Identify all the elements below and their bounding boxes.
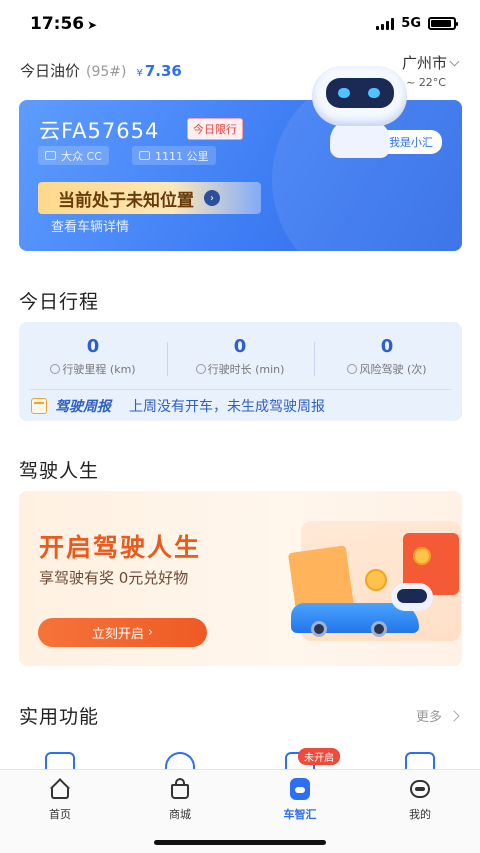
tab-label: 车智汇 (283, 808, 317, 821)
profile-icon (409, 778, 431, 800)
robot-eye-left (338, 88, 350, 98)
trip-stat-risk: 0 风险驾驶 (次) (313, 336, 461, 377)
mileage-chip: 1111 公里 (132, 146, 216, 165)
city-name: 广州市 (401, 54, 447, 72)
chevron-right-icon (448, 709, 460, 722)
car-icon (45, 151, 56, 160)
wheel-icon (371, 621, 387, 637)
trip-section-title: 今日行程 (19, 291, 100, 313)
arrow-right-icon: › (204, 190, 220, 206)
drive-life-banner[interactable]: 开启驾驶人生 享驾驶有奖 0元兑好物 立刻开启 › (19, 491, 462, 666)
signal-icon (376, 17, 395, 30)
oil-grade: (95#) (86, 64, 127, 80)
more-label: 更多 (415, 710, 442, 725)
oil-price-value: ¥7.36 (136, 62, 181, 80)
oil-price-number: 7.36 (144, 62, 182, 80)
tab-home[interactable]: 首页 (20, 778, 100, 822)
calendar-icon[interactable] (405, 752, 435, 770)
vehicle-card[interactable]: 云FA57654 今日限行 大众 CC 1111 公里 当前处于未知位置 › 查… (19, 100, 462, 251)
wheel-icon (311, 621, 327, 637)
car-brand: 大众 CC (61, 149, 102, 163)
road-icon (139, 151, 150, 160)
vehicle-detail-link[interactable]: 查看车辆详情 (51, 216, 129, 235)
tab-label: 首页 (49, 808, 71, 821)
drive-life-title: 开启驾驶人生 (39, 533, 202, 562)
oil-price-info: 今日油价 (95#) ¥7.36 (20, 60, 182, 81)
duration-value: 0 (233, 336, 247, 357)
status-indicators: 5G (376, 16, 458, 31)
clock: 17:56 (30, 14, 85, 34)
tab-label: 商城 (169, 808, 191, 821)
risk-value: 0 (380, 336, 394, 357)
license-plate: 云FA57654 (39, 119, 160, 143)
tab-label: 我的 (409, 808, 431, 821)
tab-car-smart[interactable]: 车智汇 (260, 778, 340, 822)
weekly-report-title: 驾驶周报 (55, 399, 111, 415)
oil-price-label: 今日油价 (20, 62, 81, 80)
tab-profile[interactable]: 我的 (380, 778, 460, 822)
chevron-right-icon: › (147, 625, 154, 640)
status-time: 17:56 ➤ (30, 14, 97, 34)
duration-label: 行驶时长 (min) (166, 361, 314, 377)
robot-visor (326, 78, 394, 108)
traffic-restriction-badge: 今日限行 (187, 118, 243, 140)
location-status: 当前处于未知位置 (58, 190, 194, 211)
battery-icon (428, 17, 458, 30)
car-brand-chip: 大众 CC (38, 146, 109, 165)
distance-value: 0 (86, 336, 100, 357)
start-now-button[interactable]: 立刻开启 › (38, 618, 207, 647)
robot-visor (397, 589, 427, 603)
coin-icon (413, 547, 431, 565)
home-indicator[interactable] (154, 840, 326, 845)
utilities-section-title: 实用功能 (19, 706, 100, 728)
chevron-down-icon (449, 56, 460, 67)
network-type: 5G (401, 16, 421, 31)
coin-icon (365, 569, 387, 591)
start-now-label: 立刻开启 (91, 627, 144, 642)
divider (29, 389, 452, 390)
city-selector[interactable]: 广州市 (401, 52, 460, 73)
header-bar: 今日油价 (95#) ¥7.36 广州市 阴 13 ~ 22°C (0, 46, 480, 90)
car-smart-icon (289, 778, 311, 800)
weekly-report-row[interactable]: 驾驶周报 上周没有开车，未生成驾驶周报 (31, 396, 325, 416)
status-bar: 17:56 ➤ 5G (0, 0, 480, 46)
tab-mall[interactable]: 商城 (140, 778, 220, 822)
home-icon (49, 778, 71, 800)
calendar-icon (31, 398, 47, 414)
trip-stat-duration: 0 行驶时长 (min) (166, 336, 314, 377)
currency-symbol: ¥ (136, 68, 143, 79)
drive-life-subtitle: 享驾驶有奖 0元兑好物 (39, 569, 189, 587)
drive-life-section-title: 驾驶人生 (19, 460, 100, 482)
location-arrow-icon: ➤ (87, 18, 98, 32)
not-enabled-badge: 未开启 (298, 748, 340, 765)
shopping-bag-icon (169, 778, 191, 800)
distance-label: 行驶里程 (km) (19, 361, 167, 377)
location-status-button[interactable]: 当前处于未知位置 › (38, 182, 261, 214)
robot-eye-right (368, 88, 380, 98)
more-link[interactable]: 更多 (415, 706, 460, 725)
mileage: 1111 公里 (155, 149, 209, 163)
risk-label: 风险驾驶 (次) (313, 361, 461, 377)
trip-card[interactable]: 0 行驶里程 (km) 0 行驶时长 (min) 0 风险驾驶 (次) 驾驶周报… (19, 322, 462, 421)
utility-icon[interactable] (45, 752, 75, 770)
weekly-report-message: 上周没有开车，未生成驾驶周报 (129, 399, 325, 415)
bottom-tab-bar: 首页 商城 车智汇 我的 (0, 769, 480, 853)
trip-stat-distance: 0 行驶里程 (km) (19, 336, 167, 377)
